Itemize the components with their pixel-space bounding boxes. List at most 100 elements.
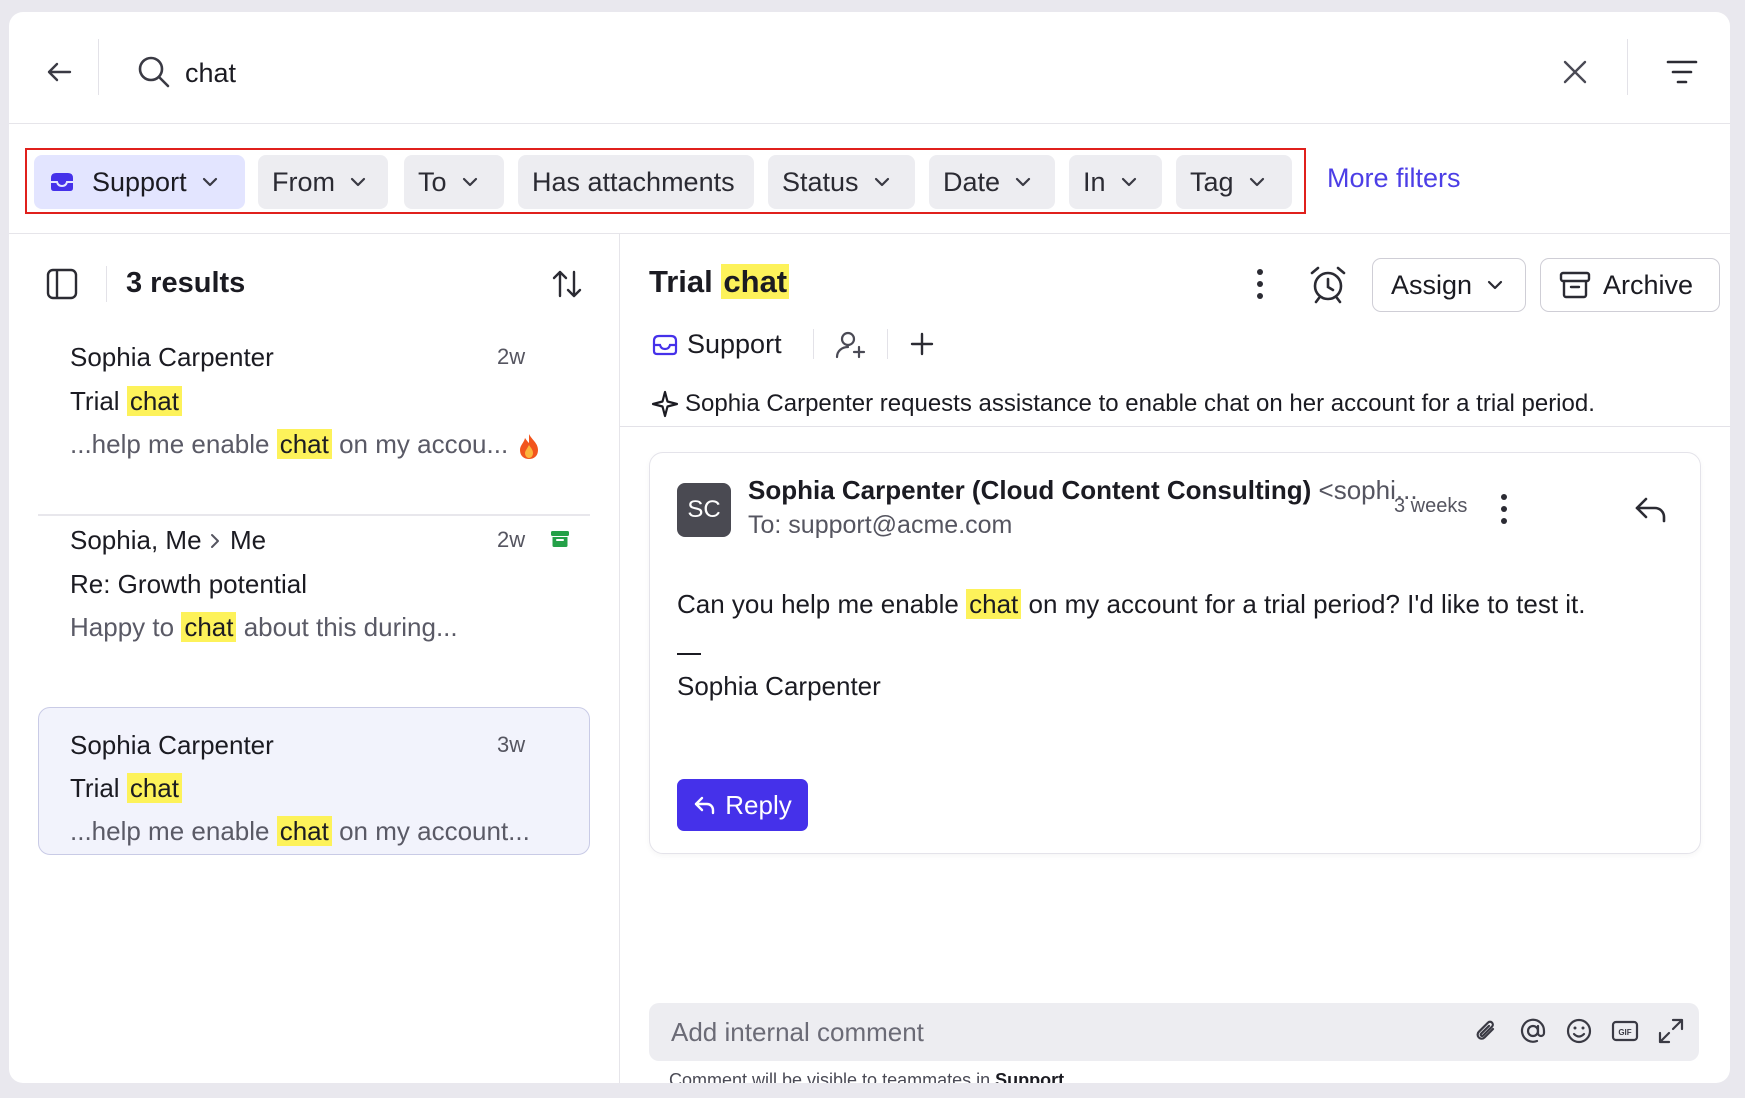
chevron-down-icon	[1015, 177, 1031, 187]
chevron-down-icon	[874, 177, 889, 187]
divider	[887, 329, 888, 359]
chevron-down-icon	[202, 177, 217, 187]
body-text: on my account for a trial period? I'd li…	[1028, 589, 1586, 619]
archive-button[interactable]: Archive	[1540, 258, 1720, 312]
filter-chip-has-attachments[interactable]: Has attachments	[518, 155, 754, 209]
mention-icon[interactable]	[1519, 1017, 1547, 1045]
subject-text: Trial	[70, 386, 120, 416]
item-snippet: ...help me enable chat on my accou...	[70, 429, 508, 460]
chevron-down-icon	[462, 177, 477, 187]
filter-chip-label: To	[418, 166, 447, 197]
snippet-text: Happy to	[70, 612, 175, 642]
inbox-icon	[51, 173, 73, 191]
list-item-selected[interactable]: Sophia Carpenter 3w Trial chat ...help m…	[38, 707, 590, 855]
message-to: To: support@acme.com	[748, 511, 1013, 539]
close-icon	[1563, 60, 1587, 84]
snippet-text: about this during...	[243, 612, 458, 642]
reply-icon	[695, 796, 715, 815]
filter-chip-date[interactable]: Date	[929, 155, 1055, 209]
item-subject: Trial chat	[70, 773, 182, 804]
search-highlight: chat	[126, 386, 182, 416]
filter-chip-from[interactable]: From	[258, 155, 388, 209]
inbox-label: Support	[687, 329, 782, 359]
item-snippet: ...help me enable chat on my account...	[70, 816, 530, 847]
reply-icon[interactable]	[1633, 491, 1669, 527]
search-highlight: chat	[181, 612, 237, 642]
assign-button[interactable]: Assign	[1372, 258, 1526, 312]
filter-chip-label: Tag	[1190, 166, 1234, 197]
message-card: SC Sophia Carpenter (Cloud Content Consu…	[649, 452, 1701, 854]
fire-icon	[520, 434, 538, 459]
item-snippet: Happy to chat about this during...	[70, 612, 458, 643]
assign-label: Assign	[1391, 269, 1473, 300]
from-name: Sophia Carpenter (Cloud Content Consulti…	[748, 475, 1312, 505]
search-highlight: chat	[276, 816, 332, 846]
message-body: Can you help me enable chat on my accoun…	[677, 589, 1586, 620]
ai-summary: Sophia Carpenter requests assistance to …	[651, 390, 1595, 418]
plus-icon[interactable]	[910, 332, 934, 356]
more-vertical-icon[interactable]	[1250, 264, 1270, 304]
message-from: Sophia Carpenter (Cloud Content Consulti…	[748, 475, 1418, 506]
filter-menu-button[interactable]	[1660, 50, 1704, 94]
sidebar-toggle-icon[interactable]	[45, 267, 79, 301]
subject-text: Trial	[70, 773, 120, 803]
item-sender: Sophia Carpenter	[70, 342, 274, 372]
expand-icon[interactable]	[1657, 1017, 1685, 1045]
filter-chip-tag[interactable]: Tag	[1176, 155, 1292, 209]
message-more-icon[interactable]	[1494, 489, 1514, 529]
comment-visibility-note: Comment will be visible to teammates in …	[669, 1070, 1064, 1083]
conversation-inbox-tag[interactable]: Support	[651, 329, 782, 360]
filter-chip-label: Support	[92, 166, 187, 197]
back-button[interactable]	[37, 50, 81, 94]
item-time: 2w	[497, 344, 526, 369]
filter-chip-inbox[interactable]: Support	[34, 155, 245, 209]
conversation-title: Trial chat	[649, 264, 790, 300]
search-highlight: chat	[126, 773, 182, 803]
comment-composer: GIF	[649, 1003, 1699, 1061]
list-item[interactable]: Sophia Carpenter 2w Trial chat ...help m…	[38, 326, 590, 474]
comment-input[interactable]	[669, 1015, 1373, 1049]
search-highlight: chat	[276, 429, 332, 459]
item-sender: Sophia, Me Me	[70, 525, 266, 556]
inbox-icon	[652, 334, 678, 355]
item-time: 3w	[497, 732, 526, 757]
filter-chip-label: Status	[782, 166, 859, 197]
clear-search-button[interactable]	[1555, 52, 1595, 92]
item-subject: Re: Growth potential	[70, 569, 308, 599]
filter-bar: Support From To Has attachments Status D…	[9, 123, 1730, 234]
body-text: Can you help me enable	[677, 589, 959, 619]
filter-chip-status[interactable]: Status	[768, 155, 915, 209]
more-filters-link[interactable]: More filters	[1327, 163, 1461, 194]
svg-text:GIF: GIF	[1618, 1028, 1631, 1037]
list-item[interactable]: Sophia, Me Me 2w Re: Growth potential Ha…	[38, 509, 590, 659]
search-icon	[138, 56, 170, 88]
note-text: Comment will be visible to teammates in	[669, 1070, 991, 1083]
filter-chip-to[interactable]: To	[404, 155, 504, 209]
item-subject: Trial chat	[70, 386, 182, 417]
filter-lines-icon	[1666, 60, 1698, 84]
results-header: 3 results	[9, 234, 619, 334]
gif-icon[interactable]: GIF	[1611, 1017, 1639, 1045]
signature-separator	[677, 653, 701, 655]
search-input[interactable]	[183, 46, 1487, 100]
filter-chip-label: In	[1083, 166, 1106, 197]
comment-tools: GIF	[1473, 1017, 1685, 1045]
reply-button[interactable]: Reply	[677, 779, 808, 831]
add-participant-icon[interactable]	[835, 330, 867, 360]
emoji-icon[interactable]	[1565, 1017, 1593, 1045]
attachment-icon[interactable]	[1473, 1017, 1501, 1045]
filter-chip-in[interactable]: In	[1069, 155, 1162, 209]
arrow-left-icon	[47, 62, 72, 82]
item-sender: Sophia Carpenter	[70, 730, 274, 760]
avatar: SC	[677, 483, 731, 537]
chevron-down-icon	[1121, 177, 1136, 187]
filter-chip-label: Has attachments	[532, 166, 735, 197]
app-window: Support From To Has attachments Status D…	[9, 12, 1730, 1083]
divider	[98, 39, 99, 95]
sort-icon[interactable]	[549, 266, 585, 302]
chevron-down-icon	[1487, 280, 1503, 290]
alarm-clock-icon[interactable]	[1308, 264, 1348, 304]
archive-icon	[551, 531, 569, 547]
snippet-text: on my account...	[339, 816, 530, 846]
divider	[106, 266, 107, 302]
